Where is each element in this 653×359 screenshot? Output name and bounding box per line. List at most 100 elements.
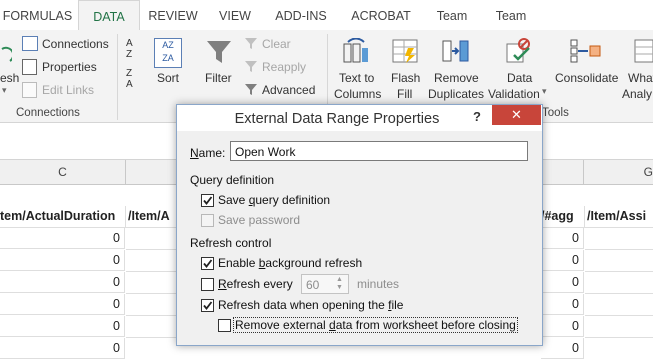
tab-view[interactable]: VIEW — [210, 0, 260, 30]
minutes-label: minutes — [357, 277, 400, 291]
remove-duplicates-label-2[interactable]: Duplicates — [428, 87, 484, 101]
enable-background-refresh-label: Enable background refresh — [218, 256, 363, 270]
ribbon-tab-bar: FORMULAS DATA REVIEW VIEW ADD-INS ACROBA… — [0, 0, 653, 32]
text-to-columns-label-2: Columns — [334, 87, 382, 101]
table-cell[interactable] — [126, 294, 177, 316]
tab-team-2[interactable]: Team — [486, 0, 536, 30]
refresh-interval-stepper[interactable]: 60 ▲ ▼ — [301, 274, 349, 294]
name-field[interactable]: Open Work — [230, 141, 528, 161]
what-if-analysis-icon — [634, 38, 653, 64]
table-cell[interactable]: 0 — [0, 338, 125, 359]
remove-duplicates-icon — [442, 38, 470, 64]
save-password-checkbox[interactable] — [201, 214, 214, 227]
query-definition-section: Query definition — [190, 173, 275, 187]
table-cell[interactable]: 0 — [0, 272, 125, 293]
table-cell[interactable]: 0 — [0, 228, 125, 249]
header-cell-item-a[interactable]: /Item/A — [126, 206, 179, 228]
refresh-on-open-label: Refresh data when opening the file — [218, 298, 404, 312]
reapply-icon — [244, 60, 258, 73]
column-header-d[interactable] — [126, 160, 176, 184]
dialog-title-bar[interactable]: External Data Range Properties ? ✕ — [177, 105, 542, 131]
properties-button[interactable]: Properties — [42, 60, 97, 74]
save-query-definition-label: Save query definition — [218, 193, 331, 207]
connections-button[interactable]: Connections — [42, 37, 109, 51]
data-validation-dropdown-icon[interactable]: ▾ — [542, 86, 547, 97]
advanced-filter-icon — [244, 83, 258, 96]
table-cell[interactable] — [585, 316, 653, 338]
header-cell-agg[interactable]: /#agg — [541, 206, 585, 228]
refresh-every-checkbox[interactable] — [201, 278, 214, 291]
tab-formulas[interactable]: FORMULAS — [0, 0, 75, 30]
flash-fill-label-2[interactable]: Fill — [397, 87, 412, 101]
spin-up-icon[interactable]: ▲ — [336, 276, 343, 284]
refresh-dropdown-icon[interactable]: ▾ — [2, 85, 7, 96]
enable-background-refresh-checkbox[interactable] — [201, 257, 214, 270]
table-cell[interactable]: 0 — [0, 316, 125, 337]
edit-links-button[interactable]: Edit Links — [42, 83, 94, 97]
remove-duplicates-label-1[interactable]: Remove — [434, 71, 479, 85]
dialog-title: External Data Range Properties — [234, 111, 440, 127]
tab-team-1[interactable]: Team — [428, 0, 476, 30]
save-password-label: Save password — [218, 213, 301, 227]
filter-icon — [205, 38, 233, 66]
refresh-all-button[interactable]: esh — [0, 71, 19, 85]
what-if-analysis-label-2[interactable]: Analy — [622, 87, 652, 101]
advanced-button[interactable]: Advanced — [262, 83, 315, 97]
tab-review[interactable]: REVIEW — [140, 0, 206, 30]
consolidate-button[interactable]: Consolidate — [555, 71, 618, 85]
header-cell-item-assi[interactable]: /Item/Assi — [585, 206, 653, 228]
remove-external-data-label: Remove external data from worksheet befo… — [233, 317, 518, 333]
table-cell[interactable]: 0 — [541, 272, 584, 293]
table-cell[interactable] — [585, 250, 653, 272]
table-cell[interactable] — [126, 250, 177, 272]
connections-icon — [22, 36, 38, 51]
help-button[interactable]: ? — [465, 105, 489, 127]
separator — [117, 34, 118, 120]
text-to-columns-button[interactable]: Text to — [339, 71, 374, 85]
table-cell[interactable]: 0 — [541, 250, 584, 271]
column-header-g-label: G — [643, 165, 653, 179]
tab-add-ins[interactable]: ADD-INS — [266, 0, 336, 30]
sort-button[interactable]: Sort — [157, 71, 179, 85]
sort-a-to-z-icon[interactable]: AZ — [126, 38, 144, 60]
refresh-icon — [0, 46, 15, 64]
text-to-columns-icon — [343, 37, 369, 64]
tab-acrobat[interactable]: ACROBAT — [343, 0, 419, 30]
refresh-on-open-checkbox[interactable] — [201, 299, 214, 312]
table-cell[interactable]: 0 — [541, 294, 584, 315]
column-header-c[interactable]: C — [0, 160, 126, 184]
name-label: Name: — [190, 146, 226, 160]
table-cell[interactable] — [585, 294, 653, 316]
table-cell[interactable]: 0 — [541, 338, 584, 359]
table-cell[interactable] — [126, 316, 177, 338]
remove-external-data-checkbox[interactable] — [218, 319, 231, 332]
text-to-columns-label-1: Text to — [339, 71, 375, 85]
clear-button[interactable]: Clear — [262, 37, 291, 51]
sort-z-to-a-icon[interactable]: ZA — [126, 68, 144, 90]
header-cell-actual-duration[interactable]: tem/ActualDuration — [0, 206, 126, 228]
table-cell[interactable] — [126, 228, 177, 250]
table-cell[interactable]: 0 — [0, 250, 125, 271]
table-cell[interactable] — [585, 272, 653, 294]
name-field-value: Open Work — [235, 145, 296, 159]
close-button[interactable]: ✕ — [492, 105, 541, 125]
table-cell[interactable] — [126, 272, 177, 294]
edit-links-icon — [22, 82, 37, 98]
table-cell[interactable] — [585, 228, 653, 250]
refresh-interval-value: 60 — [306, 278, 320, 292]
save-query-definition-checkbox[interactable] — [201, 194, 214, 207]
tab-data[interactable]: DATA — [78, 0, 140, 32]
table-cell[interactable]: 0 — [541, 228, 584, 249]
column-header-f[interactable] — [543, 160, 584, 184]
flash-fill-label-1[interactable]: Flash — [391, 71, 420, 85]
table-cell[interactable]: 0 — [0, 294, 125, 315]
properties-icon — [22, 59, 37, 75]
column-header-g[interactable]: G — [584, 160, 653, 184]
data-validation-label-1[interactable]: Data — [507, 71, 532, 85]
table-cell[interactable]: 0 — [541, 316, 584, 337]
data-validation-label-2[interactable]: Validation — [488, 87, 540, 101]
reapply-button[interactable]: Reapply — [262, 60, 306, 74]
filter-button[interactable]: Filter — [205, 71, 232, 85]
what-if-analysis-label-1[interactable]: What — [628, 71, 653, 85]
spin-down-icon[interactable]: ▼ — [336, 284, 343, 292]
